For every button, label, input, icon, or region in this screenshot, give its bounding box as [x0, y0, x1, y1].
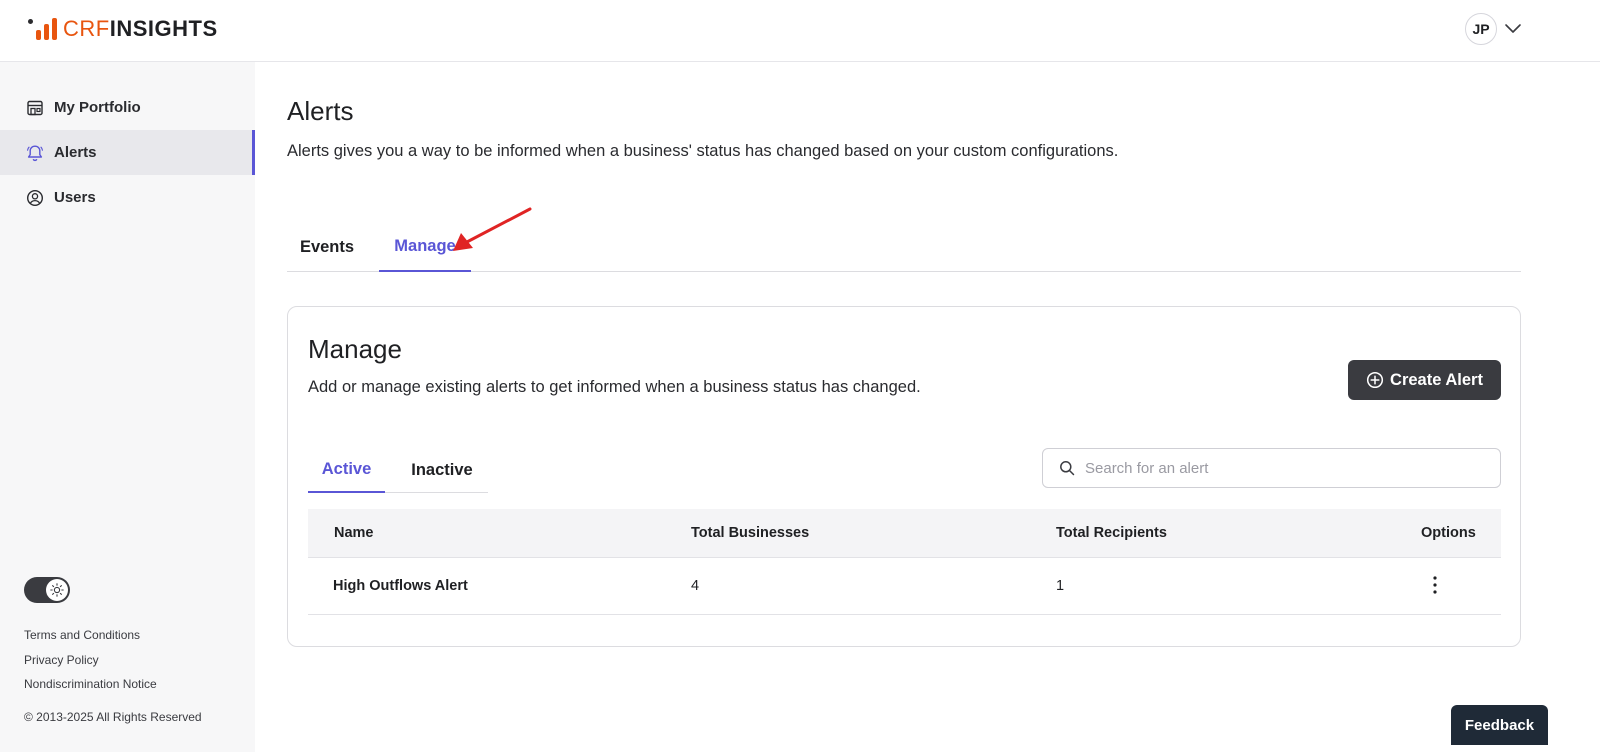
theme-toggle[interactable] [24, 577, 70, 603]
plus-circle-icon [1366, 371, 1384, 389]
copyright-text: © 2013-2025 All Rights Reserved [24, 710, 202, 724]
alerts-tabs: Events Manage [287, 222, 1521, 272]
create-alert-button[interactable]: Create Alert [1348, 360, 1501, 400]
table-header: Name Total Businesses Total Recipients O… [308, 509, 1501, 558]
alert-name-cell[interactable]: High Outflows Alert [333, 578, 468, 594]
nondiscrimination-notice-link[interactable]: Nondiscrimination Notice [24, 677, 157, 691]
manage-card: Manage Add or manage existing alerts to … [287, 306, 1521, 647]
table-row[interactable]: High Outflows Alert 4 1 [308, 558, 1501, 615]
total-businesses-cell: 4 [691, 578, 700, 594]
alerts-table: Name Total Businesses Total Recipients O… [308, 509, 1501, 615]
search-box[interactable] [1042, 448, 1501, 488]
sidebar-item-users[interactable]: Users [0, 175, 255, 220]
more-options-icon[interactable] [1425, 573, 1445, 597]
privacy-policy-link[interactable]: Privacy Policy [24, 653, 99, 667]
sidebar-item-label: Users [54, 189, 96, 206]
user-avatar[interactable]: JP [1465, 13, 1497, 45]
column-header-total-recipients: Total Recipients [1056, 525, 1167, 541]
manage-description: Add or manage existing alerts to get inf… [308, 378, 921, 396]
user-circle-icon [25, 188, 45, 208]
create-alert-label: Create Alert [1390, 370, 1483, 389]
status-subtabs: Active Inactive [308, 447, 488, 493]
logo-text-crf: CRF [63, 16, 110, 41]
manage-title: Manage [308, 334, 402, 364]
page-description: Alerts gives you a way to be informed wh… [287, 142, 1119, 160]
search-icon [1059, 460, 1075, 476]
logo-text: CRFINSIGHTS [63, 18, 218, 40]
tab-active[interactable]: Active [308, 447, 385, 493]
page-title: Alerts [287, 96, 354, 126]
column-header-name: Name [334, 525, 374, 541]
sidebar-item-alerts[interactable]: Alerts [0, 130, 255, 175]
sidebar-item-my-portfolio[interactable]: My Portfolio [0, 85, 255, 130]
sun-icon [46, 579, 68, 601]
column-header-total-businesses: Total Businesses [691, 525, 810, 541]
sidebar: My Portfolio Alerts Users Terms and Cond… [0, 62, 255, 752]
total-recipients-cell: 1 [1056, 578, 1065, 594]
tab-manage[interactable]: Manage [379, 222, 471, 272]
logo-text-insights: INSIGHTS [109, 16, 218, 41]
tab-events[interactable]: Events [287, 222, 367, 272]
bell-icon [25, 143, 45, 163]
sidebar-item-label: My Portfolio [54, 99, 141, 116]
top-header: CRFINSIGHTS JP [0, 0, 1600, 62]
chevron-down-icon[interactable] [1503, 18, 1523, 38]
terms-link[interactable]: Terms and Conditions [24, 628, 140, 642]
crf-insights-logo[interactable]: CRFINSIGHTS [28, 16, 218, 40]
tab-inactive[interactable]: Inactive [402, 447, 482, 493]
column-header-options: Options [1421, 525, 1476, 541]
search-input[interactable] [1085, 459, 1485, 477]
logo-bars-icon [28, 18, 57, 40]
storefront-icon [25, 98, 45, 118]
sidebar-item-label: Alerts [54, 144, 97, 161]
feedback-button[interactable]: Feedback [1451, 705, 1548, 745]
